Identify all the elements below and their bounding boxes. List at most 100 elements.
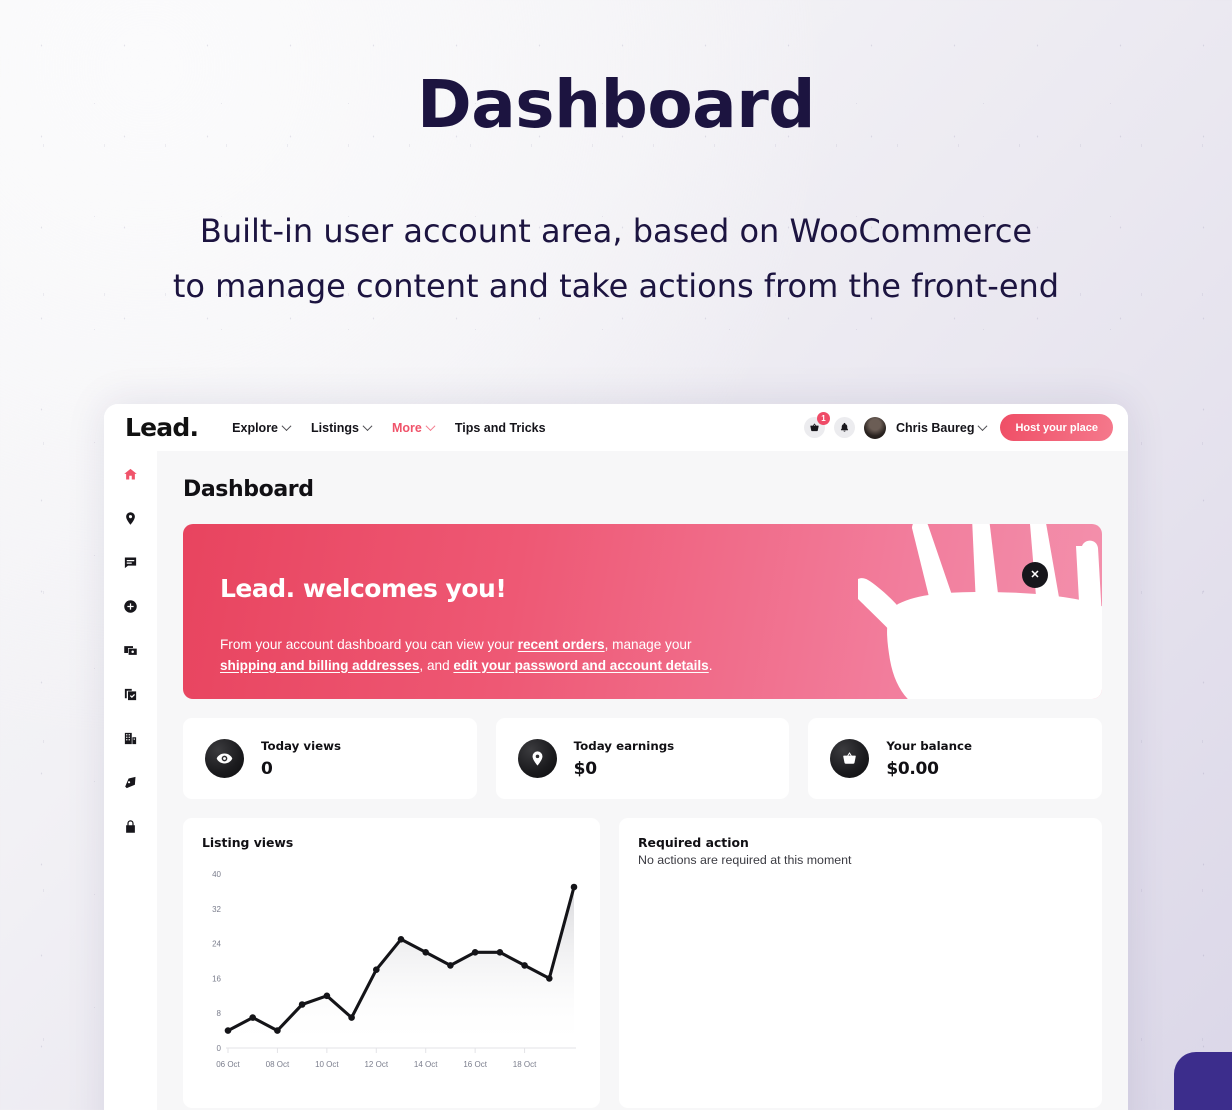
lock-icon — [126, 819, 135, 833]
stat-value-today-views: 0 — [261, 758, 273, 779]
recent-orders-link[interactable]: recent orders — [518, 637, 605, 652]
cart-button[interactable]: 1 — [803, 412, 830, 438]
chart-y-tick-label: 40 — [212, 870, 221, 879]
app-window: Lead. Explore Listings More Tips and Tri… — [104, 404, 1128, 1110]
chart-x-tick-label: 10 Oct — [315, 1060, 339, 1069]
nav-label-explore: Explore — [232, 420, 279, 435]
banner-text-part-1: From your account dashboard you can view… — [220, 637, 518, 652]
main-content: Dashboard ✕ Lead. welcomes you! From you… — [157, 451, 1128, 1110]
welcome-banner: ✕ Lead. welcomes you! From your account … — [183, 524, 1102, 699]
dashboard-panels: Listing views 0 8 16 24 32 40 06 Oct 08 Oct 10 … — [183, 818, 1102, 1108]
chart-data-point[interactable] — [348, 1014, 355, 1021]
chevron-down-icon — [978, 421, 988, 432]
chart-data-point[interactable] — [570, 883, 578, 891]
chevron-down-icon — [281, 421, 292, 432]
nav-item-explore[interactable]: Explore — [232, 420, 292, 435]
location-pin-icon-wrap — [517, 739, 557, 778]
tag-icon — [125, 776, 136, 788]
sidebar-item-messages[interactable] — [118, 551, 144, 573]
app-body: Dashboard ✕ Lead. welcomes you! From you… — [104, 451, 1128, 1110]
chat-bubble-icon — [124, 557, 137, 568]
home-icon — [124, 468, 137, 479]
chart-data-point[interactable] — [397, 936, 405, 943]
banner-text-part-4: . — [708, 657, 713, 673]
chart-data-point[interactable] — [447, 962, 454, 969]
stat-label-your-balance: Your balance — [886, 738, 973, 753]
stat-card-your-balance: Your balance $0.00 — [808, 718, 1103, 799]
brand-logo[interactable]: Lead. — [125, 413, 199, 442]
chart-data-point[interactable] — [471, 949, 479, 956]
wallet-icon — [124, 645, 137, 655]
chart-wrapper: 0 8 16 24 32 40 06 Oct 08 Oct 10 Oct 12 Oct 14 Oc… — [202, 862, 581, 1080]
listing-views-chart: 0 8 16 24 32 40 06 Oct 08 Oct 10 Oct 12 Oct 14 Oc… — [212, 870, 578, 1069]
hero-subtitle: Built-in user account area, based on Woo… — [0, 204, 1232, 314]
user-name-label: Chris Baureg — [895, 420, 975, 435]
sidebar-item-home[interactable] — [118, 463, 144, 485]
shipping-billing-addresses-link[interactable]: shipping and billing addresses — [220, 658, 419, 673]
banner-text: From your account dashboard you can view… — [220, 635, 750, 676]
sidebar-item-add-listing[interactable] — [118, 595, 144, 617]
chart-data-point[interactable] — [298, 1001, 306, 1008]
chart-data-point[interactable] — [224, 1027, 232, 1034]
stat-text-your-balance: Your balance $0.00 — [886, 739, 972, 779]
sidebar-item-privacy[interactable] — [118, 815, 144, 837]
app-topbar: Lead. Explore Listings More Tips and Tri… — [104, 404, 1128, 451]
nav-label-more: More — [391, 420, 422, 435]
nav-label-listings: Listings — [311, 420, 359, 435]
chart-x-tick-label: 12 Oct — [364, 1060, 388, 1069]
banner-title: Lead. welcomes you! — [220, 574, 507, 603]
chart-data-point[interactable] — [496, 949, 504, 956]
eye-icon — [216, 753, 233, 764]
sidebar — [104, 451, 157, 1110]
required-action-text: No actions are required at this moment — [638, 853, 852, 867]
avatar[interactable] — [863, 416, 886, 439]
stat-label-today-views: Today views — [261, 738, 342, 753]
sidebar-item-bookings[interactable] — [118, 683, 144, 705]
chart-data-point[interactable] — [521, 962, 528, 969]
nav-item-tips-and-tricks[interactable]: Tips and Tricks — [455, 421, 546, 435]
listing-views-panel: Listing views 0 8 16 24 32 40 06 Oct 08 Oct 10 … — [183, 818, 600, 1108]
stat-text-today-earnings: Today earnings $0 — [574, 739, 675, 779]
chart-x-axis: 06 Oct 08 Oct 10 Oct 12 Oct 14 Oct 16 Oct 18 O… — [216, 1048, 537, 1069]
sidebar-item-locations[interactable] — [118, 507, 144, 529]
chart-y-tick-label: 0 — [217, 1044, 222, 1053]
banner-text-part-3: , and — [419, 657, 454, 673]
chevron-down-icon — [425, 421, 436, 432]
chart-data-point[interactable] — [546, 975, 553, 982]
chart-data-point[interactable] — [323, 992, 331, 1000]
user-menu[interactable]: Chris Baureg — [895, 420, 988, 435]
hero-title: Dashboard — [416, 66, 816, 143]
basket-icon — [843, 752, 857, 764]
nav-item-more[interactable]: More — [391, 420, 436, 435]
banner-close-button[interactable]: ✕ — [1022, 562, 1048, 588]
sidebar-item-promotions[interactable] — [118, 771, 144, 793]
hero-section: Dashboard Built-in user account area, ba… — [0, 0, 1232, 314]
banner-text-part-2: , manage your — [604, 637, 692, 652]
sidebar-item-payments[interactable] — [118, 639, 144, 661]
notifications-button[interactable] — [833, 417, 855, 438]
chart-x-tick-label: 18 Oct — [513, 1060, 537, 1069]
edit-password-account-details-link[interactable]: edit your password and account details — [453, 658, 708, 673]
chart-data-point[interactable] — [249, 1014, 256, 1021]
chart-data-point[interactable] — [373, 966, 380, 973]
required-action-title: Required action — [638, 835, 749, 850]
chart-title: Listing views — [202, 835, 294, 850]
building-icon — [124, 732, 137, 744]
stat-value-your-balance: $0.00 — [886, 758, 939, 779]
chart-x-tick-label: 06 Oct — [216, 1060, 240, 1069]
chart-y-tick-label: 32 — [212, 905, 221, 914]
chart-x-tick-label: 16 Oct — [463, 1060, 487, 1069]
host-your-place-button[interactable]: Host your place — [1000, 414, 1113, 441]
plus-circle-icon — [124, 599, 137, 613]
chart-x-tick-label: 14 Oct — [414, 1060, 438, 1069]
chart-data-point[interactable] — [422, 949, 429, 956]
chart-y-tick-label: 8 — [217, 1009, 222, 1018]
sidebar-item-listings[interactable] — [118, 727, 144, 749]
required-action-panel: Required action No actions are required … — [619, 818, 1102, 1108]
chart-y-tick-label: 16 — [212, 974, 221, 983]
nav-item-listings[interactable]: Listings — [311, 420, 373, 435]
stat-label-today-earnings: Today earnings — [573, 738, 675, 753]
chart-x-tick-label: 08 Oct — [266, 1060, 290, 1069]
chart-data-point[interactable] — [274, 1027, 281, 1034]
cart-count-badge: 1 — [816, 412, 830, 425]
